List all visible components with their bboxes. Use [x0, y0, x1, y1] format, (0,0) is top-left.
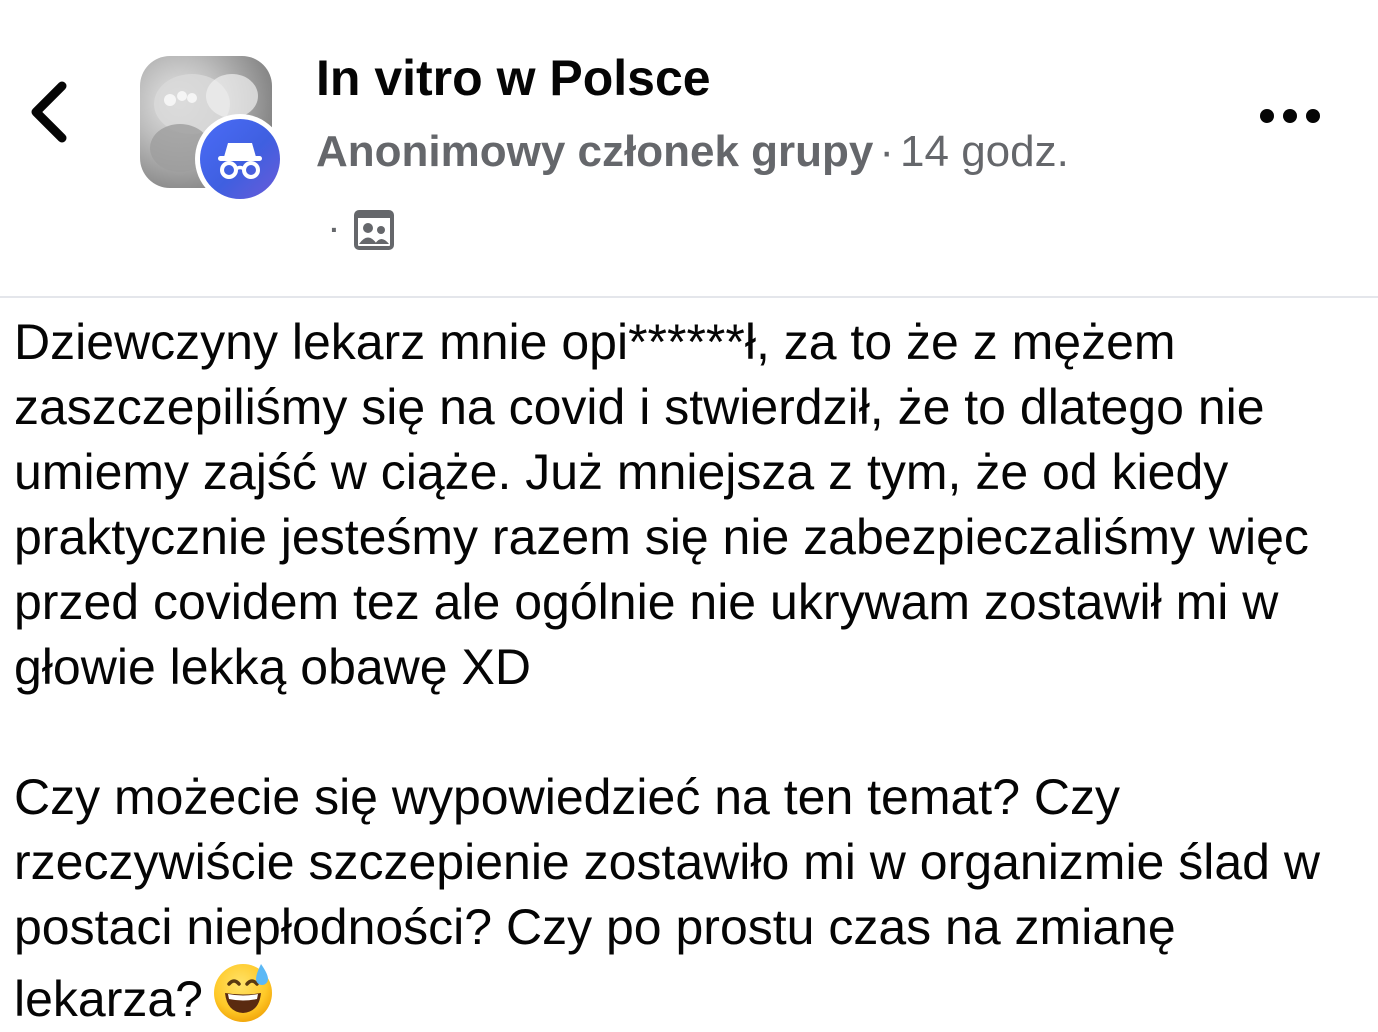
post-header: In vitro w Polsce Anonimowy członek grup… [0, 0, 1378, 298]
chevron-left-icon [31, 81, 67, 143]
privacy-row: · [330, 205, 395, 255]
grinning-face-with-sweat-icon [214, 964, 272, 1022]
more-options-button[interactable] [1254, 96, 1326, 136]
privacy-separator: · [330, 214, 340, 245]
post-paragraph-2: Czy możecie się wypowiedzieć na ten tema… [14, 765, 1364, 1032]
post-paragraph-2-text: Czy możecie się wypowiedzieć na ten tema… [14, 769, 1320, 1027]
group-members-icon[interactable] [353, 209, 395, 251]
more-horizontal-icon [1260, 109, 1320, 123]
author-name[interactable]: Anonimowy członek grupy [316, 127, 873, 176]
post-meta: Anonimowy członek grupy · 14 godz. [316, 124, 1069, 180]
back-button[interactable] [22, 72, 92, 162]
post-body: Dziewczyny lekarz mnie opi******ł, za to… [14, 310, 1364, 1032]
post-time[interactable]: 14 godz. [900, 127, 1069, 176]
group-avatar[interactable] [140, 56, 285, 204]
header-divider [0, 296, 1378, 298]
incognito-icon [218, 143, 262, 179]
group-name[interactable]: In vitro w Polsce [316, 48, 711, 108]
meta-separator: · [879, 127, 895, 176]
anonymous-badge [195, 114, 285, 204]
post-paragraph-1: Dziewczyny lekarz mnie opi******ł, za to… [14, 314, 1309, 695]
